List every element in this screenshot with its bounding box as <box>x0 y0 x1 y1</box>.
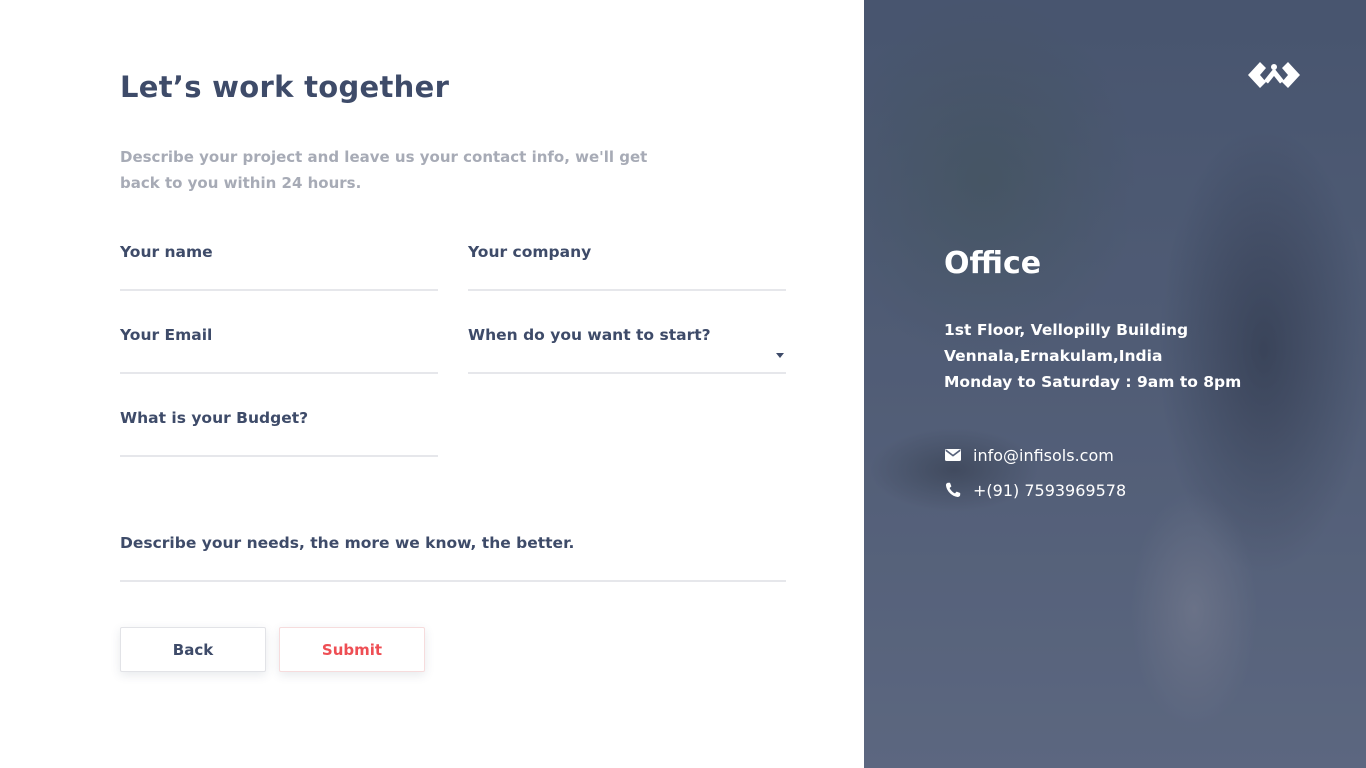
budget-field[interactable]: What is your Budget? <box>120 409 438 457</box>
email-field[interactable]: Your Email <box>120 326 438 374</box>
start-date-label: When do you want to start? <box>468 326 711 344</box>
needs-input[interactable] <box>120 534 786 580</box>
office-address: 1st Floor, Vellopilly Building Vennala,E… <box>944 317 1241 395</box>
address-line-1: 1st Floor, Vellopilly Building <box>944 321 1189 339</box>
page-subtitle: Describe your project and leave us your … <box>120 144 680 196</box>
email-contact[interactable]: info@infisols.com <box>944 443 1114 467</box>
office-heading: Office <box>944 246 1042 281</box>
name-field[interactable]: Your name <box>120 243 438 291</box>
office-info-panel: Office 1st Floor, Vellopilly Building Ve… <box>864 0 1366 768</box>
mail-icon <box>945 449 961 461</box>
page-title: Let’s work together <box>120 70 450 104</box>
back-button[interactable]: Back <box>120 627 266 672</box>
phone-contact[interactable]: +(91) 7593969578 <box>944 478 1126 502</box>
subtitle-line-2: back to you within 24 hours. <box>120 174 362 192</box>
company-input[interactable] <box>468 243 786 289</box>
start-date-select[interactable]: When do you want to start? <box>468 326 786 374</box>
subtitle-line-1: Describe your project and leave us your … <box>120 148 648 166</box>
infisols-logo[interactable] <box>1246 58 1302 92</box>
phone-link[interactable]: +(91) 7593969578 <box>973 481 1126 500</box>
chevron-down-icon[interactable] <box>776 353 784 358</box>
needs-field[interactable]: Describe your needs, the more we know, t… <box>120 534 786 582</box>
phone-icon <box>945 482 961 498</box>
address-line-2: Vennala,Ernakulam,India <box>944 347 1163 365</box>
contact-form-panel: Let’s work together Describe your projec… <box>0 0 864 768</box>
office-hours: Monday to Saturday : 9am to 8pm <box>944 373 1242 391</box>
name-input[interactable] <box>120 243 438 289</box>
email-input[interactable] <box>120 326 438 372</box>
email-link[interactable]: info@infisols.com <box>973 446 1114 465</box>
company-field[interactable]: Your company <box>468 243 786 291</box>
budget-input[interactable] <box>120 409 438 455</box>
submit-button[interactable]: Submit <box>279 627 425 672</box>
